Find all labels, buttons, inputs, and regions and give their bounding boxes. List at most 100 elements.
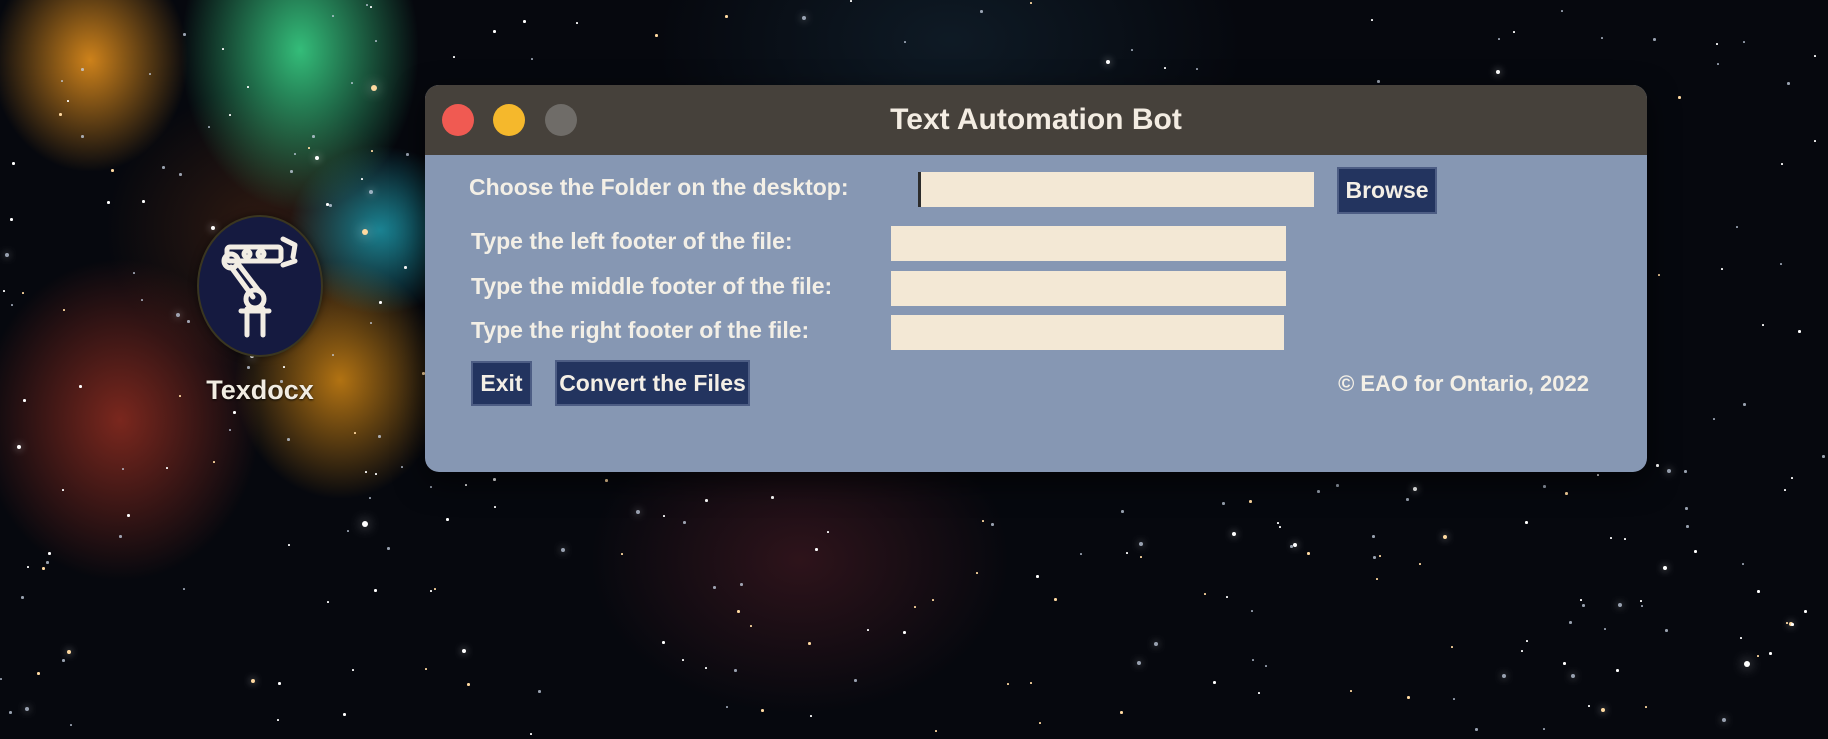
star xyxy=(81,68,84,71)
star xyxy=(725,15,728,18)
browse-button[interactable]: Browse xyxy=(1337,167,1437,214)
star xyxy=(1798,330,1801,333)
star xyxy=(802,16,806,20)
star xyxy=(810,715,812,717)
star xyxy=(1030,2,1032,4)
star xyxy=(1640,600,1642,602)
star xyxy=(162,166,165,169)
star xyxy=(1139,542,1143,546)
star xyxy=(9,711,12,714)
star xyxy=(70,724,72,726)
star xyxy=(1569,621,1572,624)
star xyxy=(827,531,829,533)
star xyxy=(61,80,63,82)
star xyxy=(401,466,403,468)
star xyxy=(1604,628,1606,630)
star xyxy=(1580,599,1582,601)
star xyxy=(713,586,716,589)
star xyxy=(1814,55,1816,57)
star xyxy=(462,649,466,653)
star xyxy=(379,301,382,304)
star xyxy=(127,514,130,517)
star xyxy=(229,114,231,116)
right-footer-field[interactable] xyxy=(891,315,1284,350)
star xyxy=(354,432,356,434)
folder-path-field[interactable] xyxy=(918,172,1314,207)
star xyxy=(1743,403,1746,406)
star xyxy=(935,730,937,732)
middle-footer-field[interactable] xyxy=(891,271,1286,306)
star xyxy=(351,82,353,84)
copyright-text: © EAO for Ontario, 2022 xyxy=(1338,371,1589,396)
star xyxy=(59,113,62,116)
star xyxy=(1667,469,1671,473)
star xyxy=(914,606,916,608)
star xyxy=(63,309,65,311)
star xyxy=(142,200,145,203)
star xyxy=(683,521,686,524)
star xyxy=(1742,563,1744,565)
star xyxy=(1713,418,1715,420)
star xyxy=(1039,722,1041,724)
star xyxy=(3,290,5,292)
star xyxy=(17,445,21,449)
left-footer-label: Type the left footer of the file: xyxy=(471,228,793,254)
star xyxy=(23,399,26,402)
star xyxy=(1249,500,1252,503)
star xyxy=(365,471,367,473)
star xyxy=(530,733,532,735)
star xyxy=(1371,19,1373,21)
star xyxy=(1757,590,1760,593)
desktop-icon-texdocx[interactable]: Texdocx xyxy=(185,215,335,406)
convert-files-button[interactable]: Convert the Files xyxy=(555,360,750,406)
star xyxy=(850,0,852,2)
star xyxy=(166,467,168,469)
star xyxy=(343,713,346,716)
star xyxy=(1036,575,1039,578)
star xyxy=(1350,690,1352,692)
star xyxy=(976,572,978,574)
star xyxy=(1641,605,1643,607)
star xyxy=(122,468,124,470)
star xyxy=(576,22,578,24)
star xyxy=(208,126,210,128)
star xyxy=(1804,610,1807,613)
star xyxy=(375,473,377,475)
left-footer-field[interactable] xyxy=(891,226,1286,261)
star xyxy=(734,669,737,672)
star xyxy=(1419,563,1421,565)
star xyxy=(1373,556,1376,559)
star xyxy=(5,253,9,257)
star xyxy=(1571,674,1575,678)
star xyxy=(370,6,372,8)
star xyxy=(1684,470,1687,473)
star xyxy=(406,153,409,156)
star xyxy=(1610,537,1612,539)
star xyxy=(761,709,764,712)
exit-button[interactable]: Exit xyxy=(471,361,532,406)
star xyxy=(222,48,224,50)
star xyxy=(1525,521,1528,524)
star xyxy=(1616,669,1619,672)
star xyxy=(493,478,496,481)
star xyxy=(1475,728,1478,731)
star xyxy=(1317,490,1320,493)
window-titlebar[interactable]: Text Automation Bot xyxy=(425,85,1647,155)
star xyxy=(1663,566,1667,570)
star xyxy=(655,34,658,37)
star xyxy=(1744,661,1750,667)
star xyxy=(312,135,315,138)
star xyxy=(1762,324,1764,326)
robot-arm-icon xyxy=(197,215,323,357)
star xyxy=(663,515,665,517)
star xyxy=(1743,41,1745,43)
star xyxy=(67,650,71,654)
star xyxy=(453,56,455,58)
star xyxy=(1379,555,1381,557)
star xyxy=(288,544,290,546)
star xyxy=(1121,510,1124,513)
star xyxy=(1413,487,1417,491)
star xyxy=(1717,63,1719,65)
star xyxy=(25,707,29,711)
star xyxy=(523,20,526,23)
